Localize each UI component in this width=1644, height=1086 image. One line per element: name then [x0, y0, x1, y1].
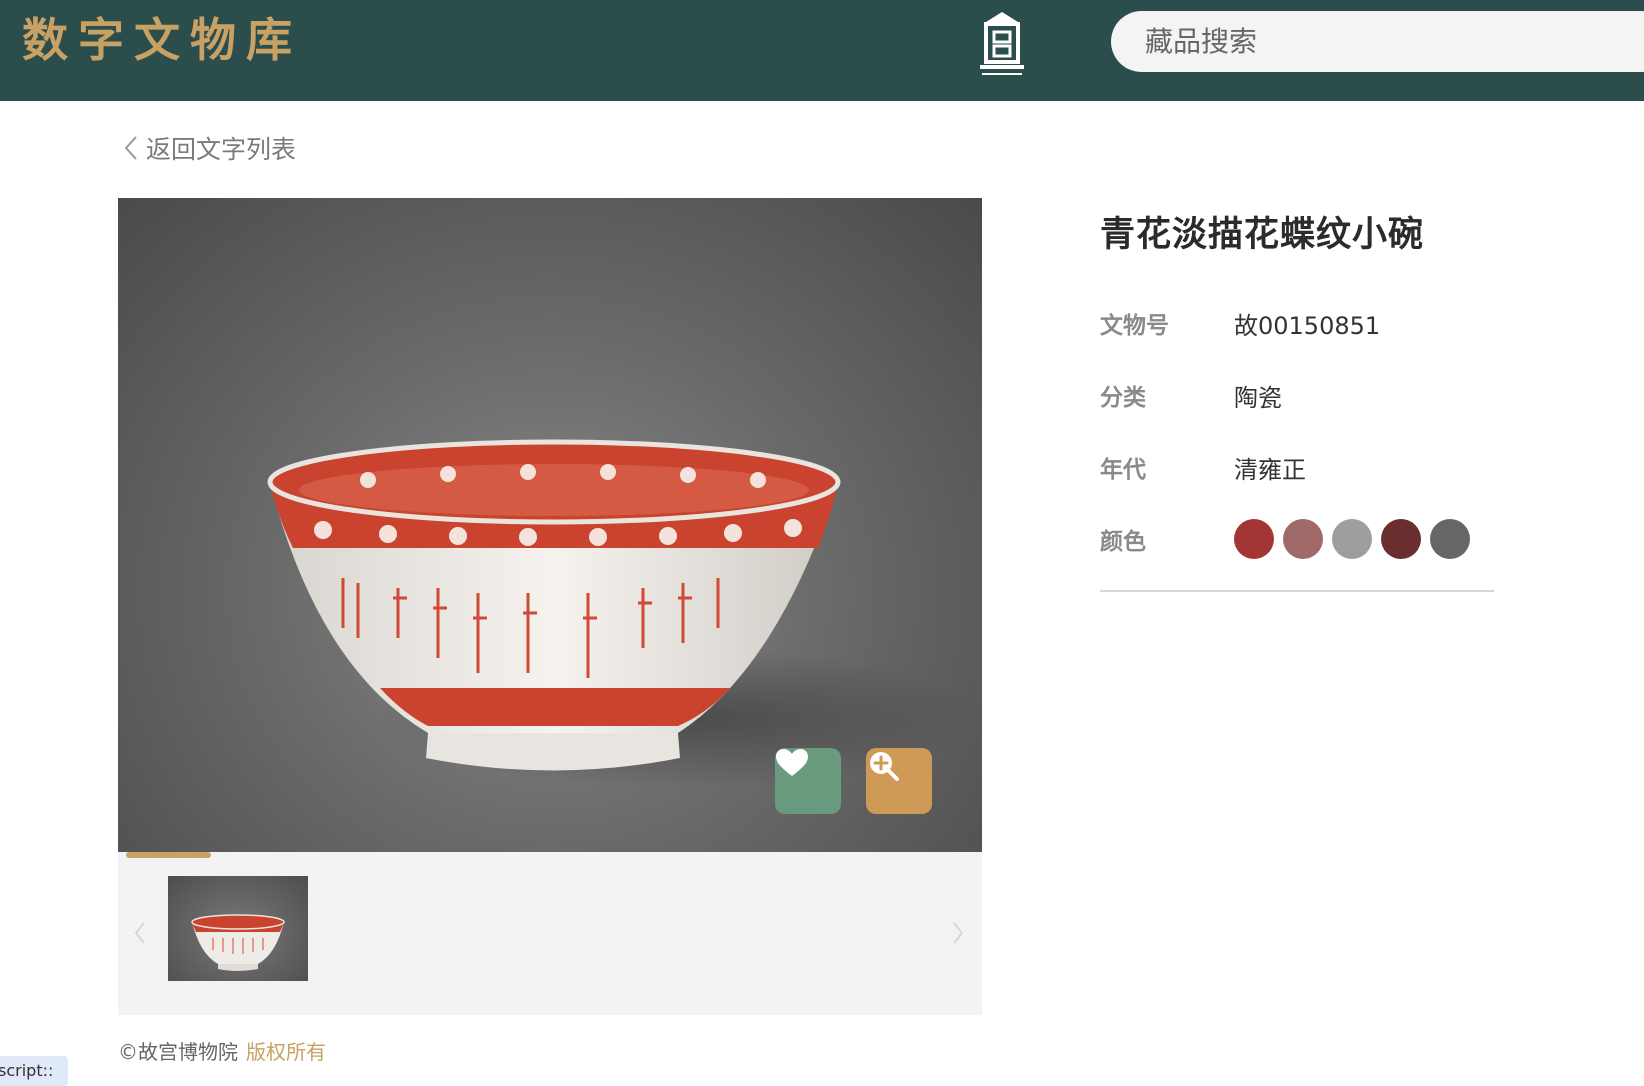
chevron-right-icon [953, 922, 964, 944]
zoom-button[interactable] [866, 748, 932, 814]
bowl-thumbnail-image [191, 914, 285, 971]
heart-icon [776, 749, 808, 776]
rights-reserved-text: 版权所有 [246, 1040, 326, 1064]
color-swatch[interactable] [1283, 519, 1323, 559]
collection-search-input[interactable] [1111, 11, 1644, 72]
color-swatches [1234, 519, 1470, 559]
color-swatch[interactable] [1234, 519, 1274, 559]
favorite-button[interactable] [775, 748, 841, 814]
detail-value: 故00150851 [1234, 311, 1381, 340]
thumb-next-button[interactable] [948, 918, 968, 948]
detail-row-era: 年代 清雍正 [1100, 447, 1306, 487]
detail-value: 陶瓷 [1234, 383, 1282, 412]
detail-label: 颜色 [1100, 529, 1146, 555]
back-link-label: 返回文字列表 [146, 135, 297, 164]
artifact-title: 青花淡描花蝶纹小碗 [1100, 215, 1425, 255]
top-header: 数字文物库 [0, 0, 1644, 101]
detail-value: 清雍正 [1234, 455, 1306, 484]
detail-label: 年代 [1100, 457, 1146, 483]
chevron-left-icon [124, 136, 137, 160]
devtools-script-tab[interactable]: script:: [0, 1056, 68, 1086]
back-to-list-link[interactable]: 返回文字列表 [124, 130, 296, 166]
zoom-in-icon [870, 752, 899, 781]
chevron-left-icon [134, 922, 145, 944]
copyright-text: ©故宫博物院 [118, 1040, 238, 1064]
thumb-prev-button[interactable] [130, 918, 150, 948]
bowl-illustration [267, 439, 978, 788]
image-progress-bar [126, 852, 974, 858]
color-swatch[interactable] [1332, 519, 1372, 559]
detail-label: 文物号 [1100, 313, 1169, 339]
artifact-thumbnail[interactable] [168, 876, 308, 981]
copyright-footer: ©故宫博物院 版权所有 [118, 1036, 326, 1065]
color-swatch[interactable] [1381, 519, 1421, 559]
artifact-main-image[interactable] [118, 198, 982, 852]
thumbnail-strip [118, 852, 982, 1015]
detail-row-category: 分类 陶瓷 [1100, 375, 1282, 415]
detail-row-colors: 颜色 [1100, 519, 1470, 559]
details-divider [1100, 590, 1494, 592]
museum-logo[interactable] [966, 8, 1038, 80]
detail-label: 分类 [1100, 385, 1146, 411]
site-brand[interactable]: 数字文物库 [22, 8, 302, 72]
color-swatch[interactable] [1430, 519, 1470, 559]
detail-row-artifact-number: 文物号 故00150851 [1100, 303, 1380, 343]
image-progress-fill [126, 852, 211, 858]
